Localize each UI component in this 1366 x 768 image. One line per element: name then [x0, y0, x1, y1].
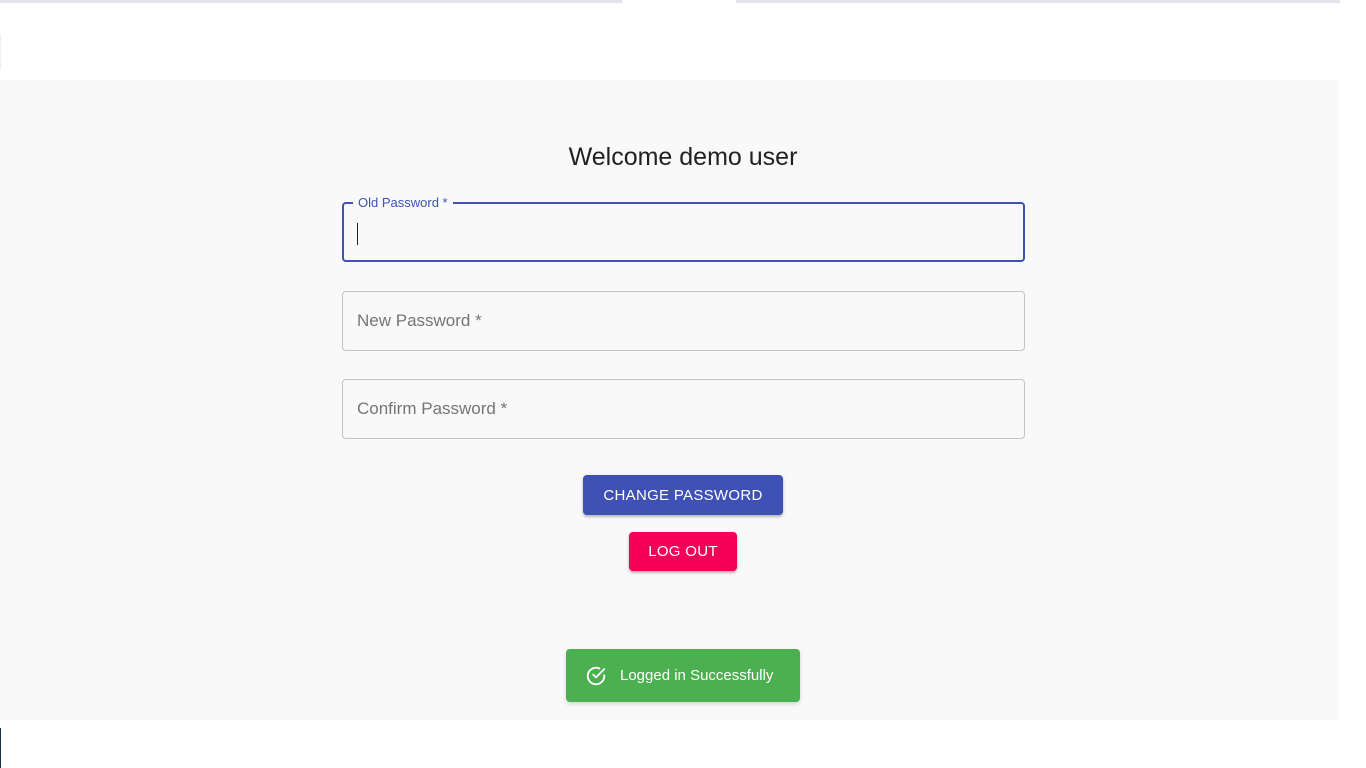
new-password-placeholder: New Password *: [357, 311, 482, 330]
top-strip-gap: [622, 0, 736, 3]
old-password-label: Old Password *: [353, 195, 453, 210]
text-caret: [357, 223, 358, 245]
toast-message: Logged in Successfully: [620, 667, 774, 684]
logout-button[interactable]: LOG OUT: [629, 532, 737, 571]
success-toast: Logged in Successfully: [566, 649, 800, 702]
new-password-field[interactable]: New Password *: [342, 291, 1025, 351]
corner-mark: [0, 728, 1, 768]
confirm-password-field[interactable]: Confirm Password *: [342, 379, 1025, 439]
old-password-field[interactable]: Old Password *: [342, 195, 1025, 262]
change-password-button[interactable]: CHANGE PASSWORD: [583, 475, 783, 515]
left-edge: [0, 34, 1, 70]
check-circle-icon: [585, 665, 607, 687]
confirm-password-placeholder: Confirm Password *: [357, 399, 508, 418]
page-title: Welcome demo user: [568, 143, 798, 171]
